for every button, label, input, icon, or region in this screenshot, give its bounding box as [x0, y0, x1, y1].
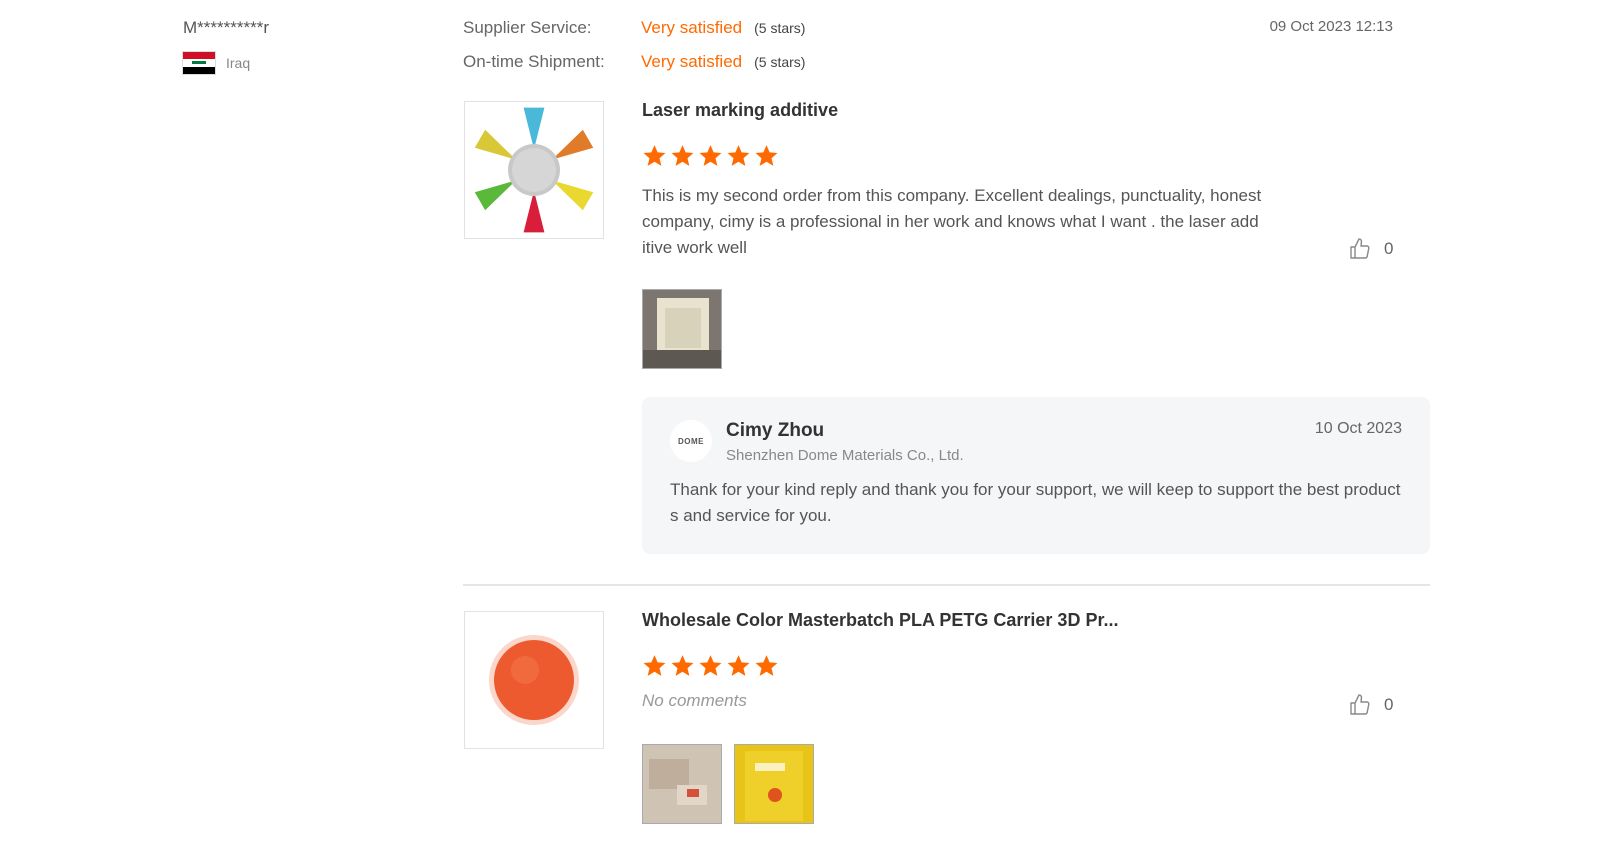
rating-stars-text: (5 stars)	[754, 20, 806, 36]
star-icon	[643, 145, 666, 166]
star-rating	[642, 653, 779, 678]
reply-text: Thank for your kind reply and thank you …	[670, 480, 1401, 525]
star-icon	[699, 145, 722, 166]
review-comment: This is my second order from this compan…	[642, 186, 1262, 257]
reviewer-name: M**********r	[183, 18, 269, 37]
like-button[interactable]: 0	[1348, 693, 1393, 717]
rating-supplier-service: Supplier Service: Very satisfied (5 star…	[463, 18, 805, 38]
star-icon	[727, 655, 750, 676]
country-name: Iraq	[226, 55, 251, 71]
review-photo-image	[643, 290, 721, 368]
product-thumbnail[interactable]	[464, 101, 604, 239]
like-button[interactable]: 0	[1348, 237, 1393, 261]
reviewer-country: Iraq	[183, 52, 250, 74]
star-icon	[671, 655, 694, 676]
rating-label: On-time Shipment:	[463, 52, 605, 71]
review-comment: No comments	[642, 691, 747, 710]
star-icon	[699, 655, 722, 676]
product-title[interactable]: Laser marking additive	[642, 100, 838, 121]
review-photo[interactable]	[642, 289, 722, 369]
reply-author: Cimy Zhou	[726, 420, 825, 441]
supplier-logo-text: DOME	[678, 436, 704, 446]
product-title[interactable]: Wholesale Color Masterbatch PLA PETG Car…	[642, 610, 1118, 631]
star-icon	[643, 655, 666, 676]
review-divider	[463, 584, 1430, 586]
star-icon	[727, 145, 750, 166]
rating-value: Very satisfied	[641, 52, 743, 71]
star-icon	[755, 145, 778, 166]
rating-stars-text: (5 stars)	[754, 54, 806, 70]
star-icon	[755, 655, 778, 676]
star-icon	[671, 145, 694, 166]
rating-label: Supplier Service:	[463, 18, 592, 37]
reply-company[interactable]: Shenzhen Dome Materials Co., Ltd.	[726, 447, 964, 464]
review-photo[interactable]	[642, 744, 722, 824]
thumbs-up-icon	[1350, 694, 1370, 715]
product-image	[465, 102, 603, 238]
star-rating	[642, 143, 779, 168]
review-photo-image	[643, 745, 721, 823]
review-date: 09 Oct 2023 12:13	[1269, 18, 1393, 35]
supplier-logo: DOME	[670, 420, 712, 462]
product-thumbnail[interactable]	[464, 611, 604, 749]
iraq-flag-icon	[183, 52, 215, 74]
review-photo[interactable]	[734, 744, 814, 824]
like-count: 0	[1384, 695, 1394, 714]
supplier-reply: DOME Cimy Zhou Shenzhen Dome Materials C…	[642, 397, 1430, 554]
thumbs-up-icon	[1350, 238, 1370, 259]
like-count: 0	[1384, 239, 1394, 258]
review-photo-image	[735, 745, 813, 823]
rating-ontime-shipment: On-time Shipment: Very satisfied (5 star…	[463, 52, 805, 72]
reply-date: 10 Oct 2023	[1314, 420, 1402, 437]
rating-value: Very satisfied	[641, 18, 743, 37]
product-image	[465, 612, 603, 748]
